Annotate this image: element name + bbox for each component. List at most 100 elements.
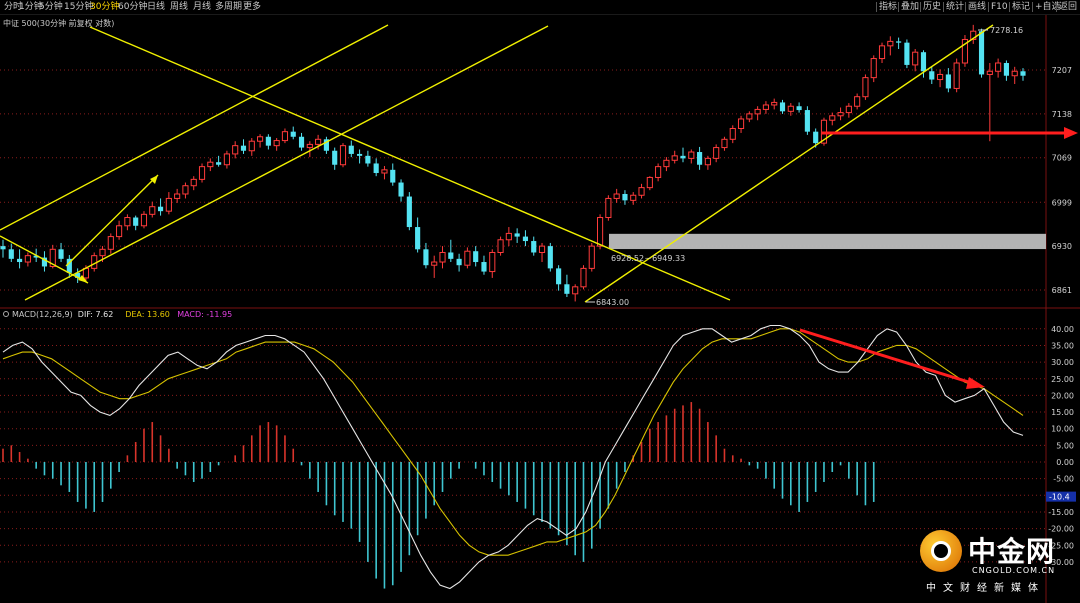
price-tick-label: 7069 [1052,154,1072,163]
candle-body [746,113,753,120]
logo-url: CNGOLD.COM.CN [972,566,1056,575]
candle-body [904,42,910,65]
price-tick-label: 6930 [1052,242,1072,251]
candle-body [655,166,662,178]
candle-body [531,241,537,253]
candle-body [406,196,412,228]
candle-body [373,163,379,174]
price-tick-label: 7138 [1052,110,1072,119]
candle-body [439,251,446,263]
candle-body [248,140,255,152]
candle-body [464,250,471,266]
candle-body [646,176,653,189]
macd-tick-label: 30.00 [1051,358,1074,367]
candle-body [597,217,604,247]
candle-body [580,267,587,288]
candle-body [572,286,579,295]
candle-body [390,169,396,183]
candle-body [190,178,197,187]
candle-body [854,96,861,107]
candle-body [216,162,222,165]
candle-body [522,236,529,242]
candle-body [547,246,553,269]
candle-body [497,239,504,253]
candle-body [588,245,595,269]
candle-body [713,147,720,159]
candle-body [431,261,438,266]
candle-body [920,52,927,72]
candle-body [630,194,637,201]
macd-tick-label: 35.00 [1051,341,1074,350]
candle-body [845,105,852,114]
cngold-logo: 中金网 CNGOLD.COM.CN 中文财经新媒体 [920,528,1070,594]
candle-body [638,187,645,196]
candle-body [481,262,487,272]
candle-body [978,31,985,75]
candle-body [613,193,620,199]
candle-body [804,110,810,132]
trend-line [0,235,89,284]
candle-body [348,145,354,154]
macd-legend-name: MACD(12,26,9) [12,310,73,319]
candle-body [754,108,761,115]
candle-body [273,140,280,147]
price-tick-label: 6861 [1052,286,1072,295]
candle-body [796,106,802,111]
candle-body [124,217,131,227]
candle-body [862,77,869,98]
candle-body [787,105,794,112]
divergence-arrow-line [799,328,973,385]
candle-body [605,197,612,219]
price-tick-label: 7207 [1052,66,1072,75]
candle-body [99,248,106,257]
indicator-settings-icon [3,311,9,317]
candle-body [1011,70,1018,77]
macd-tick-label: 10.00 [1051,425,1074,434]
candle-body [357,153,363,156]
candle-body [315,138,322,145]
candle-body [339,145,347,166]
candle-body [912,51,919,66]
candle-body [514,233,520,237]
candle-body [837,112,844,117]
dea-line [2,328,1024,556]
candle-body [1020,71,1026,76]
candle-body [729,127,736,140]
macd-tick-label: 15.00 [1051,408,1074,417]
candle-body [182,185,189,195]
candle-body [165,197,172,212]
candle-body [721,138,728,149]
price-tick-label: 6999 [1052,198,1072,207]
candle-body [945,74,951,89]
candle-body [663,159,670,168]
candle-body [870,58,877,79]
candle-body [929,71,935,80]
candle-body [896,41,902,43]
candle-body [878,45,886,60]
macd-legend-value: MACD: -11.95 [177,310,232,319]
macd-tick-label: 0.00 [1056,458,1074,467]
candle-body [1003,63,1009,76]
candle-body [17,258,23,263]
candle-body [564,284,570,294]
candle-body [207,161,214,168]
candle-body [116,225,123,238]
support-arrowhead [1064,127,1078,139]
candle-body [415,227,421,250]
logo-brand-name: 中金网 [968,535,1056,568]
candle-body [257,136,264,142]
stock-chart: 7207 7138 7069 6999 6930 6861 7278.16 6843.00 69… [0,15,1080,603]
candle-body [381,169,388,174]
candle-body [887,40,894,47]
divergence-arrowhead [966,377,985,389]
candle-body [0,246,6,250]
dea-legend: DEA: 13.60 [125,310,170,319]
candle-body [290,131,296,137]
candle-body [281,131,289,142]
candle-body [697,152,703,165]
candle-body [232,145,239,155]
logo-emblem-icon [920,530,962,572]
candle-body [398,182,404,197]
candle-body [240,145,247,151]
candle-body [680,155,686,159]
